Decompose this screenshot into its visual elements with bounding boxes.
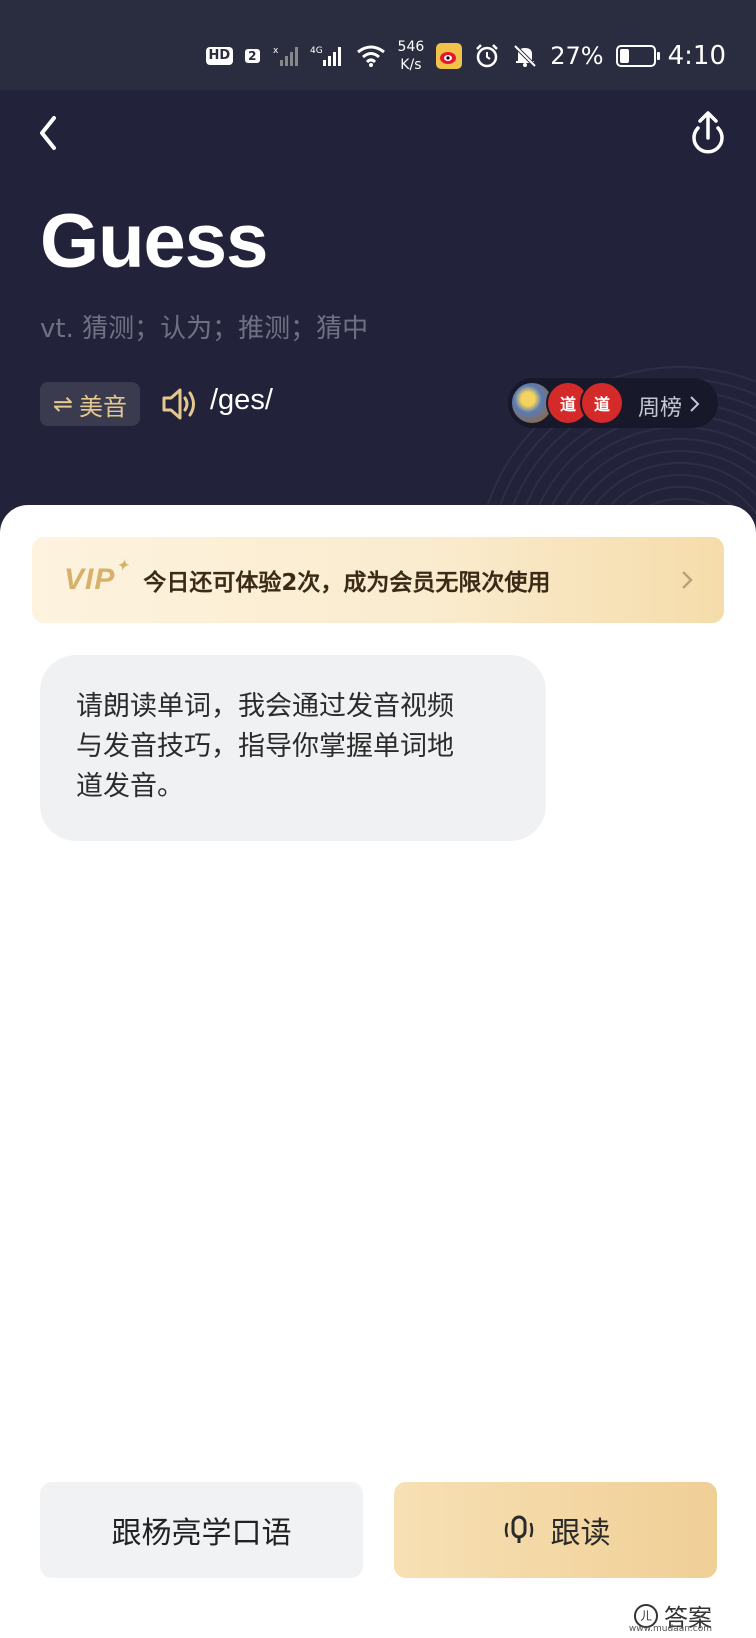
instruction-bubble: 请朗读单词，我会通过发音视频 与发音技巧，指导你掌握单词地 道发音。 (40, 655, 546, 841)
alarm-icon (476, 44, 499, 68)
weibo-icon (436, 43, 463, 69)
hd-indicator: HD (205, 47, 234, 65)
weekly-ranking-button[interactable]: 道 道 周榜 (508, 378, 718, 428)
bubble-line: 请朗读单词，我会通过发音视频 (76, 691, 454, 722)
speaker-icon[interactable] (160, 384, 200, 424)
word-meaning: vt. 猜测；认为；推测；猜中 (40, 314, 369, 344)
accent-label: 美音 (79, 392, 128, 421)
chevron-right-icon (690, 396, 700, 412)
bubble-line: 与发音技巧，指导你掌握单词地 (76, 731, 454, 762)
vip-logo: VIP ✦ (64, 557, 130, 596)
accent-toggle-button[interactable]: ⇌ 美音 (40, 382, 140, 426)
svg-text:x: x (273, 46, 279, 56)
svg-text:4G: 4G (310, 46, 323, 56)
follow-read-button[interactable]: 跟读 (394, 1482, 717, 1578)
watermark-url: www.mudaan.com (628, 1624, 712, 1634)
signal-4g-icon: 4G (310, 46, 341, 66)
battery-icon (615, 45, 660, 67)
status-bar: HD 2 x 4G 546 K/s 27% 4:10 (0, 0, 756, 90)
clock: 4:10 (667, 41, 726, 71)
vip-banner-text: 今日还可体验2次，成为会员无限次使用 (143, 570, 551, 596)
chevron-left-icon (40, 116, 56, 150)
ranking-label: 周榜 (638, 396, 683, 421)
learn-speaking-label: 跟杨亮学口语 (111, 1516, 292, 1551)
network-speed: 546 K/s (397, 39, 425, 73)
sim-indicator: 2 (245, 49, 260, 63)
learn-speaking-button[interactable]: 跟杨亮学口语 (40, 1482, 363, 1578)
word-title: Guess (40, 199, 268, 284)
bubble-line: 道发音。 (76, 771, 184, 802)
share-button[interactable] (686, 108, 730, 158)
share-icon (692, 111, 724, 154)
follow-read-label: 跟读 (550, 1516, 611, 1551)
battery-percent: 27% (550, 42, 604, 70)
swap-icon: ⇌ (52, 390, 74, 418)
wifi-icon (356, 45, 385, 67)
word-header: HD 2 x 4G 546 K/s 27% 4:10 Guess vt. 猜测；… (0, 0, 756, 540)
signal-x-icon: x (273, 46, 298, 66)
mute-bell-icon (513, 44, 537, 68)
back-button[interactable] (30, 108, 70, 158)
phonetic: /ges/ (210, 384, 273, 416)
vip-banner[interactable]: VIP ✦ 今日还可体验2次，成为会员无限次使用 (32, 537, 724, 623)
chevron-right-icon (682, 571, 693, 589)
microphone-icon (504, 1515, 533, 1543)
avatar: 道 (580, 381, 624, 425)
watermark: ㄦ 答案 www.mudaan.com (629, 1598, 712, 1634)
